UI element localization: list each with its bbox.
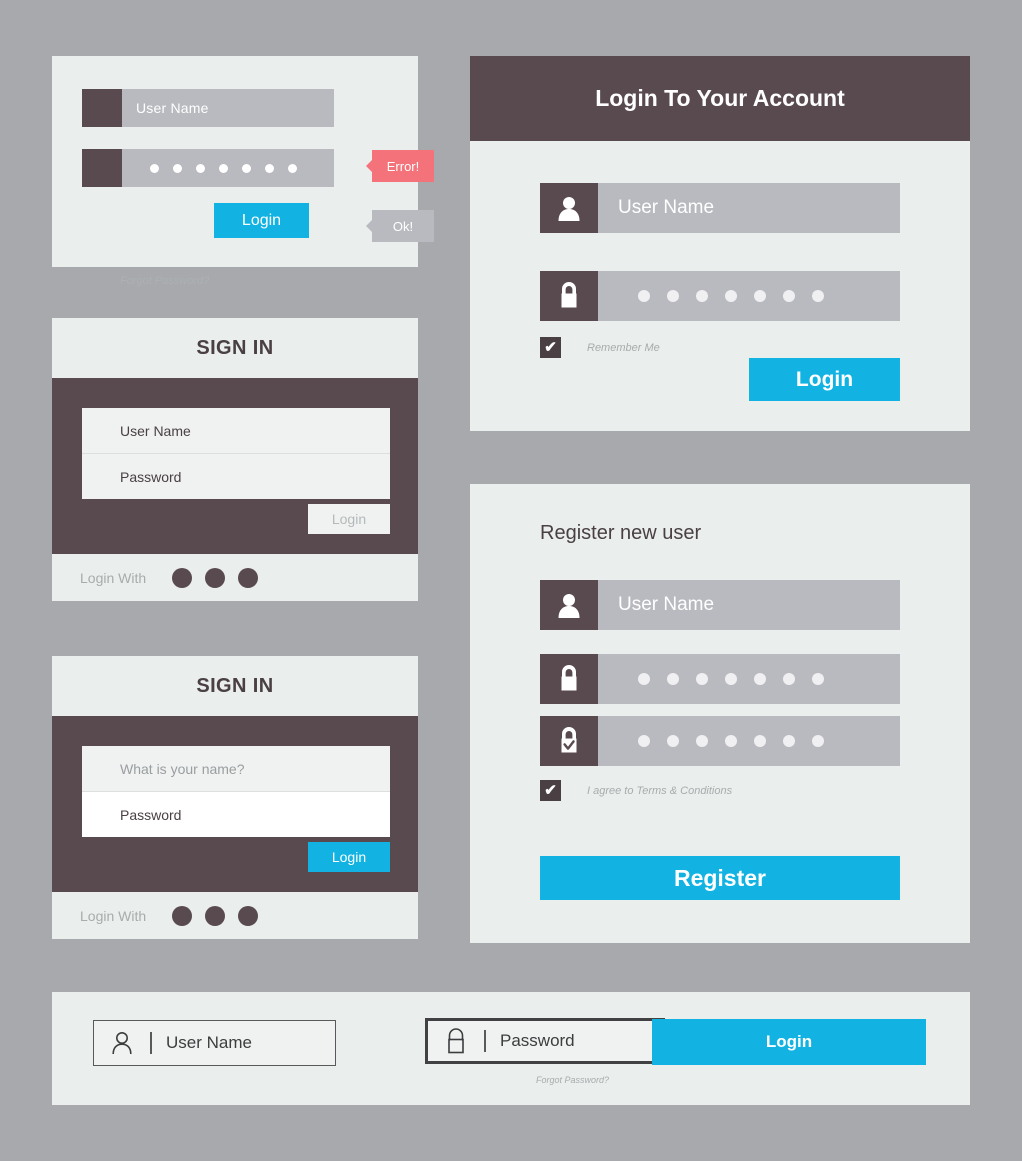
username-placeholder: What is your name?	[120, 760, 245, 777]
social-icons[interactable]	[172, 567, 259, 588]
remember-me-row[interactable]: ✔ Remember Me	[540, 337, 660, 358]
password-placeholder: Password	[120, 468, 182, 485]
login-button[interactable]: Login	[308, 504, 390, 534]
confirm-password-input[interactable]	[598, 716, 900, 766]
login-account-panel: Login To Your Account User Name ✔ Rememb…	[470, 56, 970, 431]
lock-icon	[82, 149, 122, 187]
username-input[interactable]: User Name	[598, 183, 900, 233]
social-login-footer: Login With	[52, 892, 418, 939]
register-panel: Register new user User Name ✔ I agree to…	[470, 484, 970, 943]
terms-row[interactable]: ✔ I agree to Terms & Conditions	[540, 780, 732, 801]
password-placeholder: Password	[120, 806, 182, 823]
signin-question-card: SIGN IN What is your name? Password Logi…	[52, 656, 418, 939]
lock-icon	[540, 271, 598, 321]
username-field-row[interactable]: User Name	[82, 89, 334, 127]
social-icon-2[interactable]	[205, 567, 226, 588]
field-divider	[150, 1032, 152, 1054]
login-button[interactable]: Login	[749, 358, 900, 401]
social-icon-2[interactable]	[205, 905, 226, 926]
password-input[interactable]	[598, 654, 900, 704]
login-button[interactable]: Login	[308, 842, 390, 872]
remember-me-label: Remember Me	[587, 341, 660, 354]
username-input[interactable]: User Name	[122, 89, 334, 127]
password-dots	[618, 290, 824, 302]
lock-check-icon	[540, 716, 598, 766]
social-icon-3[interactable]	[238, 905, 259, 926]
terms-checkbox[interactable]: ✔	[540, 780, 561, 801]
ui-kit-canvas: User Name Error! Ok! Forgot Password? Lo…	[0, 0, 1022, 1161]
password-placeholder: Password	[500, 1031, 575, 1050]
social-icon-3[interactable]	[238, 567, 259, 588]
panel-title: Login To Your Account	[470, 56, 970, 141]
password-input[interactable]: Password	[82, 792, 390, 837]
remember-me-checkbox[interactable]: ✔	[540, 337, 561, 358]
signin-basic-card: SIGN IN User Name Password Login Login W…	[52, 318, 418, 601]
password-input[interactable]	[122, 149, 334, 187]
login-with-label: Login With	[80, 569, 147, 586]
username-placeholder: User Name	[166, 1033, 252, 1052]
username-placeholder: User Name	[136, 100, 209, 116]
signin-title: SIGN IN	[52, 656, 418, 716]
confirm-password-field-row[interactable]	[540, 716, 900, 766]
lock-icon	[540, 654, 598, 704]
social-icon-1[interactable]	[172, 567, 193, 588]
social-login-footer: Login With	[52, 554, 418, 601]
inline-login-bar: User Name Password Forgot Password? Logi…	[52, 992, 970, 1105]
password-input[interactable]: Password	[82, 454, 390, 499]
username-field[interactable]: User Name	[93, 1020, 336, 1066]
user-icon	[540, 580, 598, 630]
username-input[interactable]: User Name	[598, 580, 900, 630]
user-icon	[82, 89, 122, 127]
terms-label: I agree to Terms & Conditions	[587, 784, 733, 797]
signin-fields: User Name Password	[82, 408, 390, 499]
username-field-row[interactable]: User Name	[540, 183, 900, 233]
social-icon-1[interactable]	[172, 905, 193, 926]
password-field-row[interactable]	[540, 654, 900, 704]
password-field-row[interactable]	[540, 271, 900, 321]
password-dots	[618, 673, 824, 685]
username-input[interactable]: User Name	[82, 408, 390, 453]
username-placeholder: User Name	[618, 594, 715, 615]
signin-fields: What is your name? Password	[82, 746, 390, 837]
confirm-password-dots	[618, 735, 824, 747]
field-divider	[484, 1030, 486, 1052]
username-placeholder: User Name	[618, 197, 715, 218]
error-badge: Error!	[372, 150, 434, 182]
login-button[interactable]: Login	[652, 1019, 926, 1065]
lock-outline-icon	[442, 1028, 470, 1054]
signin-title: SIGN IN	[52, 318, 418, 378]
signin-body: What is your name? Password Login	[52, 716, 418, 892]
user-outline-icon	[108, 1031, 136, 1055]
username-field-row[interactable]: User Name	[540, 580, 900, 630]
social-icons[interactable]	[172, 905, 259, 926]
login-with-label: Login With	[80, 907, 147, 924]
username-input[interactable]: What is your name?	[82, 746, 390, 791]
panel-title: Register new user	[540, 522, 702, 544]
login-button[interactable]: Login	[214, 203, 309, 238]
forgot-password-link[interactable]: Forgot Password?	[536, 1075, 609, 1085]
password-input[interactable]	[598, 271, 900, 321]
register-button[interactable]: Register	[540, 856, 900, 900]
password-field[interactable]: Password	[425, 1018, 665, 1064]
user-icon	[540, 183, 598, 233]
signin-body: User Name Password Login	[52, 378, 418, 554]
password-dots	[136, 163, 297, 173]
validation-card: User Name Error! Ok! Forgot Password? Lo…	[52, 56, 434, 287]
username-placeholder: User Name	[120, 422, 191, 439]
ok-badge: Ok!	[372, 210, 434, 242]
password-field-row[interactable]	[82, 149, 334, 187]
forgot-password-link[interactable]: Forgot Password?	[120, 275, 209, 287]
